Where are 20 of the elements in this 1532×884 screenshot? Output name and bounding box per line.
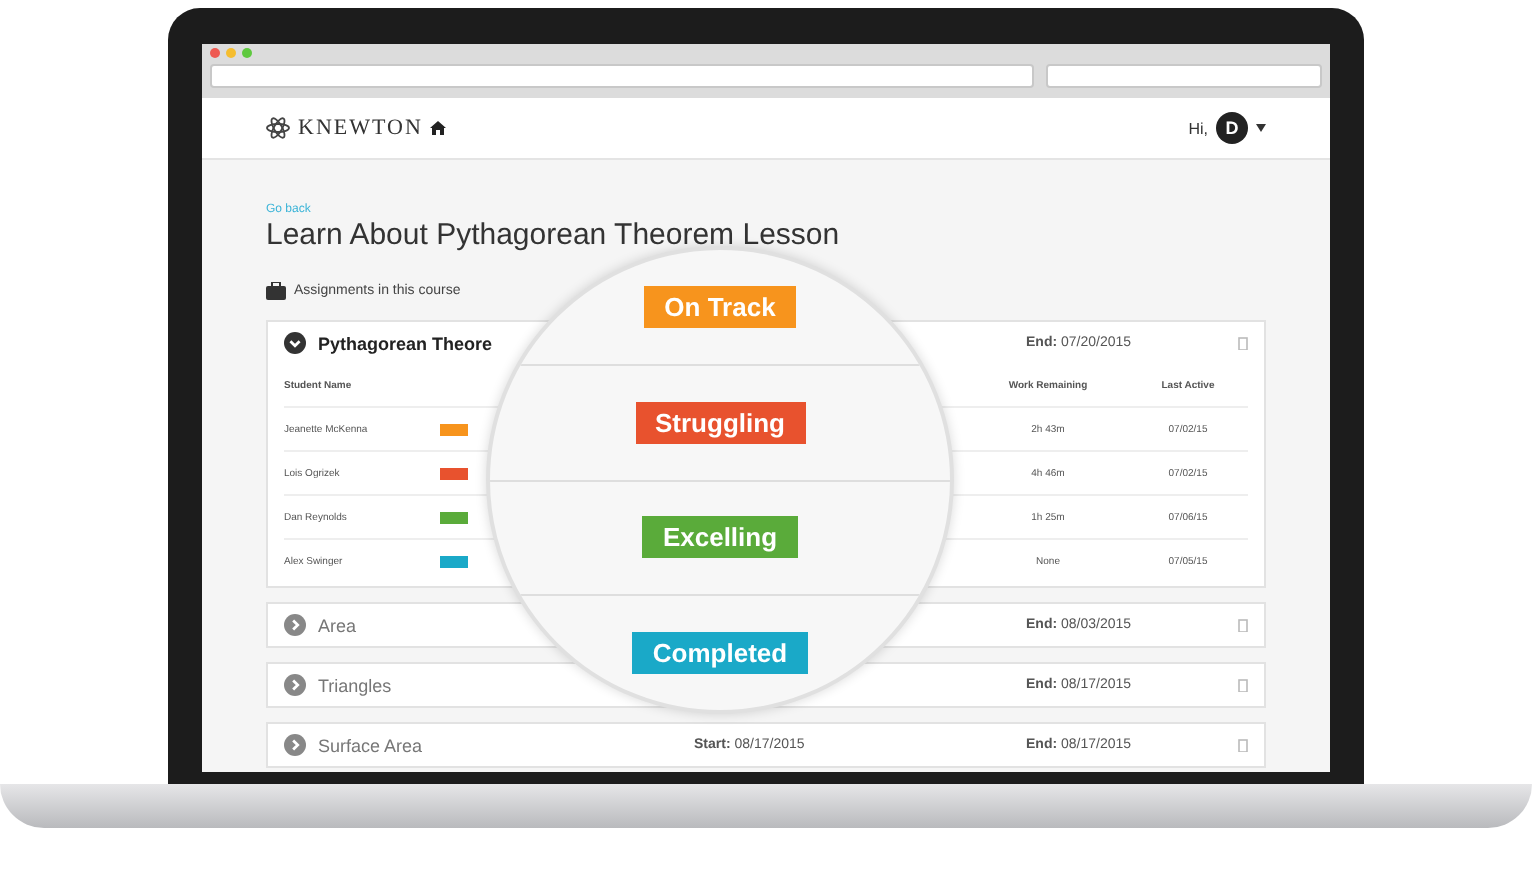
assignment-name[interactable]: Area xyxy=(318,615,357,635)
page-title: Learn About Pythagorean Theorem Lesson xyxy=(266,218,842,252)
status-badge: Struggling xyxy=(635,401,805,444)
chevron-right-icon[interactable] xyxy=(284,734,306,756)
chevron-down-icon[interactable] xyxy=(284,332,306,354)
assignment-name[interactable]: Pythagorean Theore xyxy=(318,333,493,353)
logo-text: KNEWTON xyxy=(298,116,423,140)
status-badge: On Track xyxy=(644,285,796,328)
home-icon[interactable] xyxy=(430,120,447,136)
status-badge: Excelling xyxy=(642,516,798,559)
caret-icon[interactable] xyxy=(1256,124,1266,132)
status-badge: Completed xyxy=(632,632,808,675)
briefcase-icon xyxy=(266,282,286,300)
assignment-name[interactable]: Triangles xyxy=(318,675,392,695)
atom-logo-icon xyxy=(266,116,290,140)
greeting: Hi, xyxy=(1188,119,1208,137)
chevron-right-icon[interactable] xyxy=(284,674,306,696)
chevron-right-icon[interactable] xyxy=(284,614,306,636)
user-avatar[interactable]: D xyxy=(1216,112,1248,144)
assignment-name[interactable]: Surface Area xyxy=(318,735,423,755)
